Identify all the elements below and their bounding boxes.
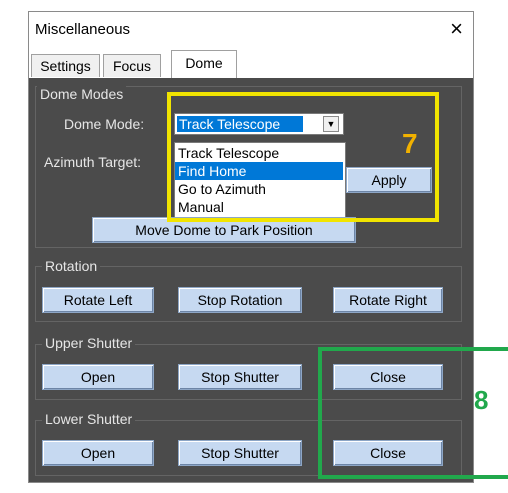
tab-focus[interactable]: Focus (103, 54, 161, 77)
tab-strip: Settings Focus Dome (29, 50, 473, 79)
lower-shutter-stop-button[interactable]: Stop Shutter (178, 440, 302, 466)
lower-shutter-open-button[interactable]: Open (42, 440, 154, 466)
rotation-label: Rotation (42, 258, 101, 274)
upper-shutter-open-button[interactable]: Open (42, 364, 154, 390)
azimuth-target-label: Azimuth Target: (44, 154, 142, 170)
lower-shutter-label: Lower Shutter (42, 411, 136, 427)
upper-shutter-stop-button[interactable]: Stop Shutter (178, 364, 302, 390)
tab-dome[interactable]: Dome (171, 50, 237, 79)
close-icon[interactable]: × (450, 16, 463, 42)
annotation-number-7: 7 (402, 128, 418, 159)
annotation-box-7 (167, 92, 439, 222)
window-title: Miscellaneous (35, 21, 131, 38)
tab-settings[interactable]: Settings (31, 54, 100, 77)
rotate-left-button[interactable]: Rotate Left (42, 287, 154, 313)
dome-mode-label: Dome Mode: (64, 116, 145, 132)
annotation-number-8: 8 (474, 385, 489, 415)
stop-rotation-button[interactable]: Stop Rotation (178, 287, 302, 313)
dome-modes-label: Dome Modes (37, 86, 127, 102)
title-bar: Miscellaneous × (29, 12, 473, 48)
rotate-right-button[interactable]: Rotate Right (333, 287, 443, 313)
upper-shutter-label: Upper Shutter (42, 335, 136, 351)
